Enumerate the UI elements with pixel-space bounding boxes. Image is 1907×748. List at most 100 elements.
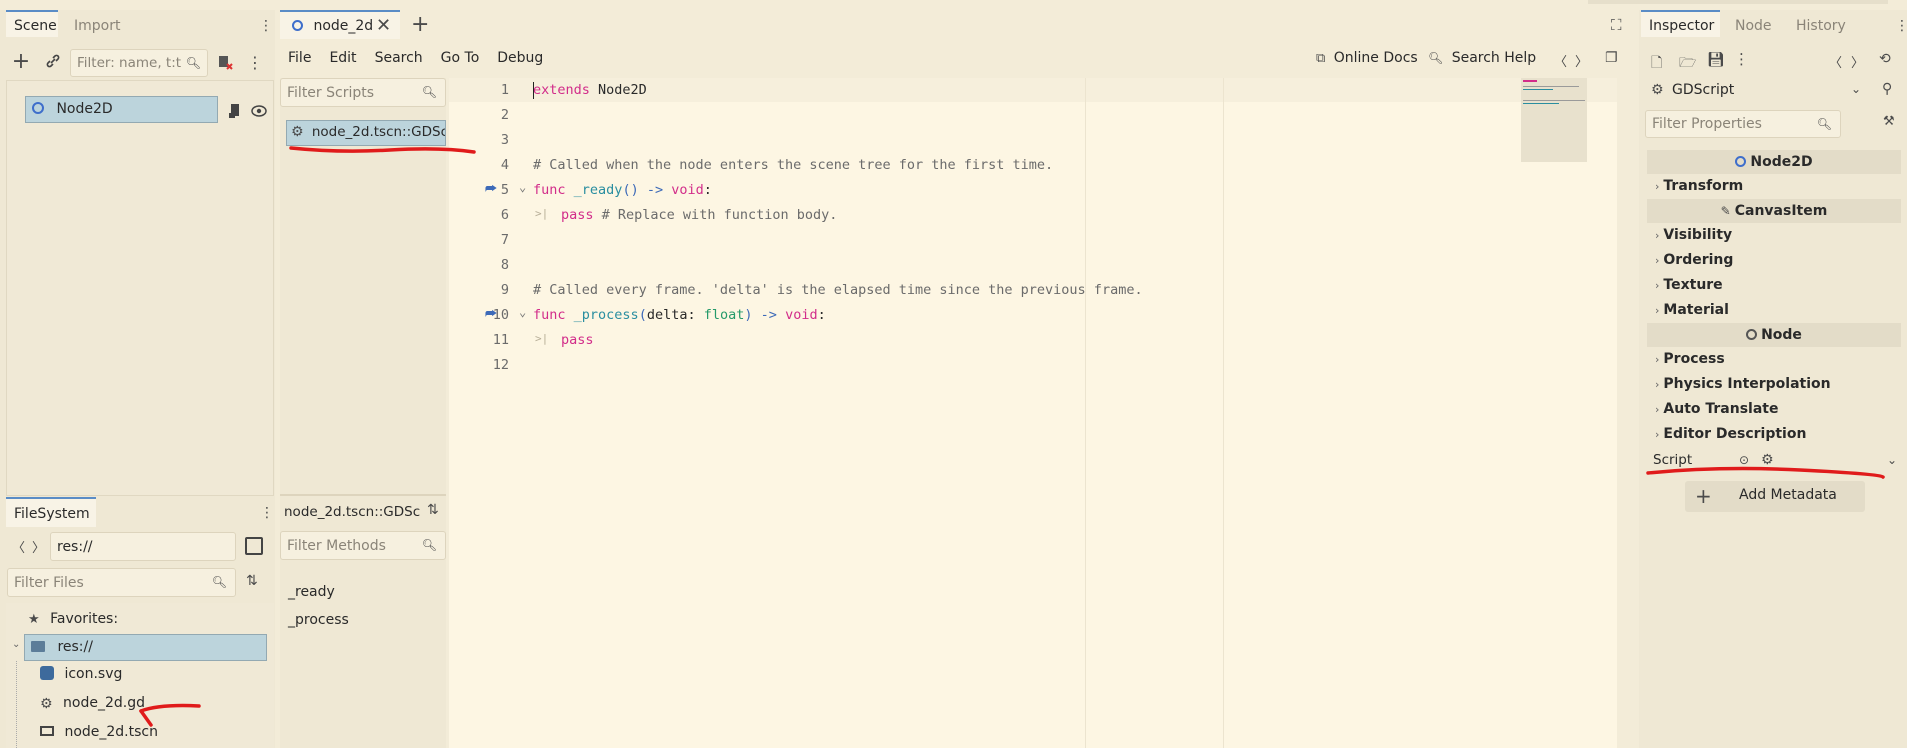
fold-chevron-icon[interactable]: ⌄ <box>519 180 526 194</box>
tab-import[interactable]: Import <box>74 18 120 34</box>
scene-tree: Node2D <box>6 80 274 496</box>
file-item[interactable]: ⚙ node_2d.gd <box>40 695 145 712</box>
history-back-icon[interactable]: 〈 <box>1829 52 1842 71</box>
prop-physics-interpolation[interactable]: › Physics Interpolation <box>1647 372 1901 397</box>
chevron-down-icon: ⌄ <box>1850 82 1861 96</box>
menu-file[interactable]: File <box>288 50 311 66</box>
history-icon[interactable]: ⟲ <box>1879 51 1891 67</box>
script-list-item[interactable]: ⚙ node_2d.tscn::GDScript_... <box>286 120 446 146</box>
link-icon[interactable] <box>44 52 62 70</box>
method-item[interactable]: _process <box>288 612 349 628</box>
open-folder-icon[interactable]: 🗁 <box>1679 52 1696 76</box>
method-item[interactable]: _ready <box>288 584 335 600</box>
tab-import-label: Import <box>74 18 121 34</box>
tab-filesystem-label: FileSystem <box>14 506 90 522</box>
toggle-panel-icon[interactable]: ❐ <box>1605 50 1618 66</box>
visibility-eye-icon[interactable] <box>251 103 267 119</box>
tab-node-2d[interactable]: node_2d ✕ <box>280 10 400 39</box>
filter-scripts-input[interactable]: Filter Scripts 🔍︎ <box>280 78 446 107</box>
property-list: Node2D › Transform ✎ CanvasItem › Visibilit… <box>1647 150 1901 447</box>
more-options-icon[interactable]: ⋮ <box>247 52 263 72</box>
tab-history[interactable]: History <box>1796 18 1846 34</box>
folder-res-item[interactable]: res:// <box>24 634 267 661</box>
prop-material[interactable]: › Material <box>1647 298 1901 323</box>
online-docs-button[interactable]: ⧉ Online Docs <box>1316 50 1418 66</box>
sort-icon[interactable]: ⇅ <box>427 502 439 518</box>
scene-file-icon <box>40 726 54 736</box>
prop-auto-translate[interactable]: › Auto Translate <box>1647 397 1901 422</box>
save-icon[interactable]: 💾︎ <box>1707 52 1725 68</box>
tab-marker-icon: >| <box>535 207 549 220</box>
favorites-item[interactable]: ★ Favorites: <box>28 611 118 627</box>
path-field[interactable]: res:// <box>50 532 236 561</box>
menu-edit[interactable]: Edit <box>329 50 356 66</box>
close-icon[interactable]: ✕ <box>376 15 391 36</box>
prop-process[interactable]: › Process <box>1647 347 1901 372</box>
gear-icon[interactable]: ⚙ <box>1761 452 1774 468</box>
chevron-down-icon[interactable]: ⌄ <box>1887 453 1897 467</box>
scripts-panel: Filter Scripts 🔍︎ ⚙ node_2d.tscn::GDScri… <box>280 78 446 748</box>
prop-editor-description[interactable]: › Editor Description <box>1647 422 1901 447</box>
split-divider[interactable] <box>280 494 446 496</box>
prop-transform[interactable]: › Transform <box>1647 174 1901 199</box>
chevron-down-icon[interactable]: ⌄ <box>12 639 20 650</box>
history-back-icon[interactable]: 〈 <box>1554 51 1567 70</box>
back-icon[interactable]: 〈 <box>12 537 25 556</box>
history-forward-icon[interactable]: 〉 <box>1575 51 1588 70</box>
menu-debug[interactable]: Debug <box>497 50 543 66</box>
prop-visibility[interactable]: › Visibility <box>1647 223 1901 248</box>
inspector-dock: Inspector Node History ⋮ 🗋 🗁 💾︎ ⋮ 〈 〉 ⟲ … <box>1639 10 1907 748</box>
add-metadata-button[interactable]: + Add Metadata <box>1685 481 1865 512</box>
prop-texture[interactable]: › Texture <box>1647 273 1901 298</box>
resource-selector[interactable]: ⚙ GDScript ⌄ <box>1645 78 1863 105</box>
layout-toggle-icon[interactable] <box>245 537 263 555</box>
filter-properties-input[interactable]: Filter Properties 🔍︎ <box>1645 110 1841 138</box>
folder-icon <box>31 641 45 652</box>
inspector-menu-icon[interactable]: ⋮ <box>1895 18 1907 34</box>
scene-tree-node[interactable]: Node2D <box>25 96 218 123</box>
fullscreen-icon[interactable]: ⛶ <box>1611 16 1622 34</box>
minimap[interactable] <box>1521 78 1587 162</box>
tab-node[interactable]: Node <box>1735 18 1772 34</box>
script-filter-icon[interactable] <box>216 52 234 72</box>
prop-ordering[interactable]: › Ordering <box>1647 248 1901 273</box>
scene-filter-input[interactable]: Filter: name, t:t 🔍︎ <box>70 49 208 77</box>
new-tab-icon[interactable]: + <box>411 12 429 37</box>
tab-inspector[interactable]: Inspector <box>1641 10 1720 37</box>
code-editor[interactable]: 1 extends Node2D 2 3 4 # Called when the node… <box>449 78 1617 748</box>
prop-label: Auto Translate <box>1663 401 1779 417</box>
tab-filesystem[interactable]: FileSystem <box>6 497 96 527</box>
search-help-button[interactable]: 🔍︎ Search Help <box>1428 50 1536 66</box>
dock-menu-icon[interactable]: ⋮ <box>259 18 273 34</box>
fs-menu-icon[interactable]: ⋮ <box>260 505 274 521</box>
forward-icon[interactable]: 〉 <box>32 537 45 556</box>
file-item[interactable]: icon.svg <box>40 666 122 682</box>
filter-files-input[interactable]: Filter Files 🔍︎ <box>7 568 236 597</box>
line-number: 9 <box>500 282 509 298</box>
tab-node-label: Node <box>1735 18 1772 34</box>
object-properties-icon[interactable]: ⚲ <box>1882 81 1892 97</box>
menu-goto[interactable]: Go To <box>441 50 480 66</box>
fold-chevron-icon[interactable]: ⌄ <box>519 305 526 319</box>
add-node-icon[interactable]: + <box>10 49 32 74</box>
search-icon[interactable]: ⊙ <box>1739 453 1749 467</box>
more-options-icon[interactable]: ⋮ <box>1734 50 1749 68</box>
line-number: 6 <box>500 207 509 223</box>
code-line: pass # Replace with function body. <box>561 207 838 223</box>
filter-methods-input[interactable]: Filter Methods 🔍︎ <box>280 531 446 560</box>
new-resource-icon[interactable]: 🗋 <box>1651 52 1662 76</box>
code-line: pass <box>561 332 594 348</box>
sort-icon[interactable]: ⇅ <box>246 573 258 589</box>
search-icon: 🔍︎ <box>421 538 437 552</box>
tools-icon[interactable]: ⚒ <box>1883 114 1895 129</box>
external-link-icon: ⧉ <box>1316 51 1326 66</box>
tab-scene[interactable]: Scene <box>6 10 58 37</box>
script-attached-icon[interactable] <box>227 103 243 119</box>
override-icon[interactable]: ⮫ <box>485 307 497 322</box>
override-icon[interactable]: ⮫ <box>485 182 497 197</box>
file-item[interactable]: node_2d.tscn <box>40 724 158 740</box>
menu-search[interactable]: Search <box>375 50 423 66</box>
add-metadata-label: Add Metadata <box>1739 487 1837 503</box>
script-property-row[interactable]: Script ⊙ ⚙ ⌄ <box>1653 452 1901 474</box>
history-forward-icon[interactable]: 〉 <box>1851 52 1864 71</box>
